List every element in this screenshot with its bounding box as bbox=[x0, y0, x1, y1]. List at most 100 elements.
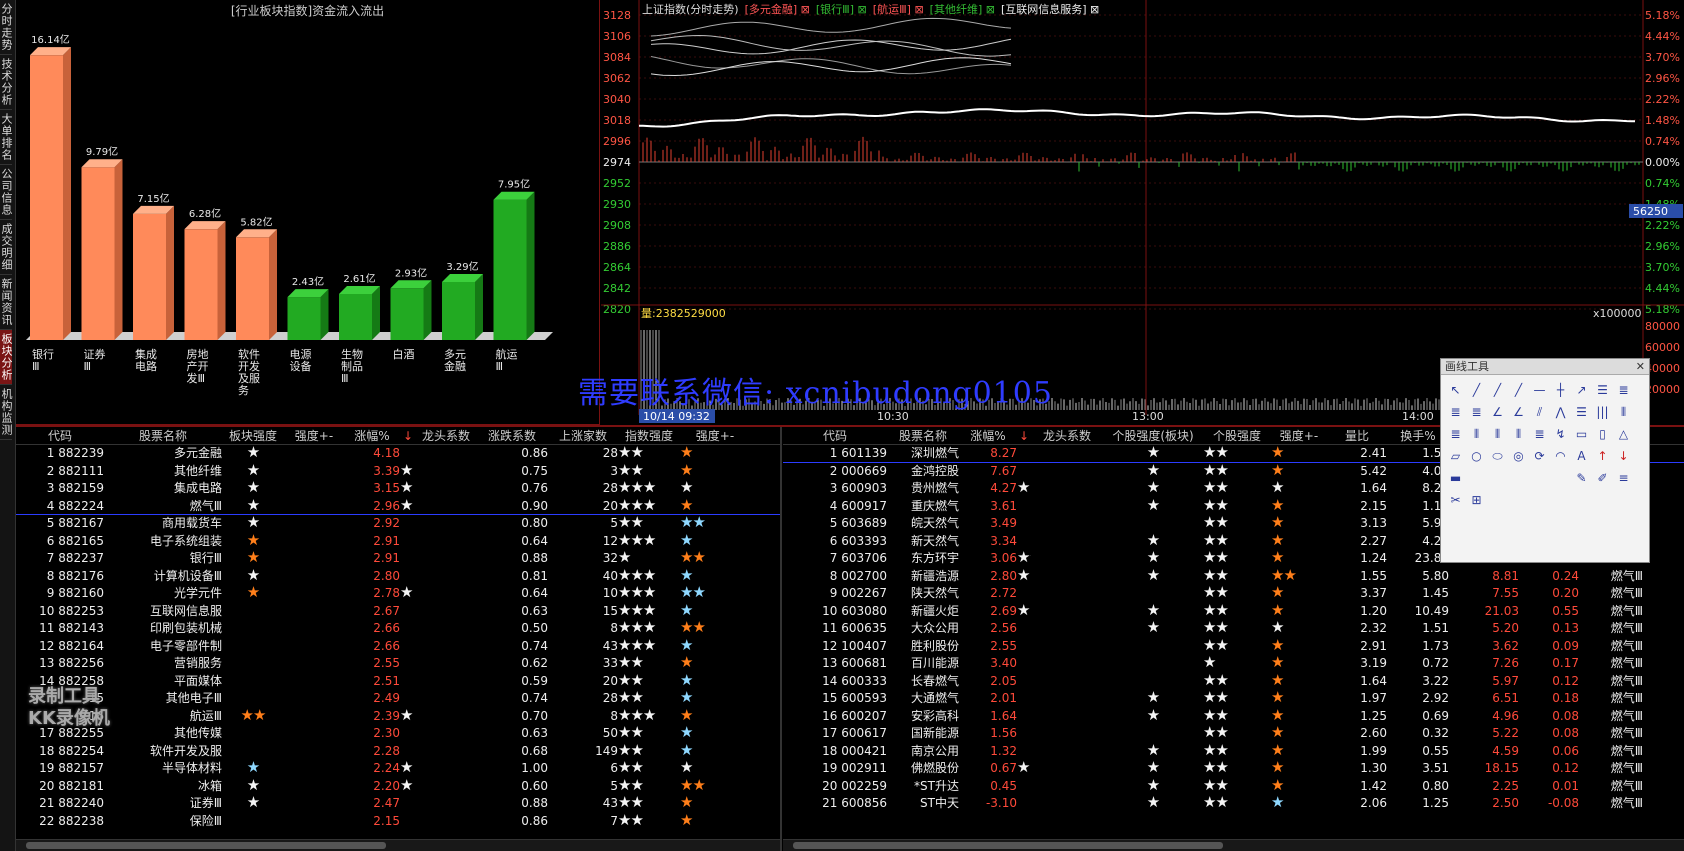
close-icon[interactable]: ✕ bbox=[1636, 360, 1645, 373]
table-row[interactable]: 4 882224 燃气Ⅲ ★ 2.96 ★ 0.90 20 ★★★ ★ bbox=[16, 498, 780, 515]
draw-tool-8[interactable]: ≣ bbox=[1613, 379, 1634, 401]
draw-tool-7[interactable]: ☰ bbox=[1592, 379, 1613, 401]
table-row[interactable]: 8 882176 计算机设备Ⅲ ★ 2.80 0.81 40 ★★★ ★ bbox=[16, 568, 780, 586]
table-row[interactable]: 21 600856 ST中天 -3.10 ★ ★★ ★ 2.06 1.25 2.50 -0.08 燃… bbox=[783, 795, 1684, 813]
table-row[interactable]: 17 882255 其他传媒 2.30 0.63 50 ★★ ★ bbox=[16, 725, 780, 743]
table-row[interactable]: 22 882238 保险Ⅲ 2.15 0.86 7 ★★ ★ bbox=[16, 813, 780, 831]
draw-tool-27[interactable]: ▱ bbox=[1445, 445, 1466, 467]
left-header-8[interactable]: 上涨家数 bbox=[548, 427, 618, 444]
draw-tool-16[interactable]: ||| bbox=[1592, 401, 1613, 423]
draw-tool-17[interactable]: ⦀ bbox=[1613, 401, 1634, 423]
draw-tool-23[interactable]: ↯ bbox=[1550, 423, 1571, 445]
table-row[interactable]: 16 航运Ⅲ ★★ 2.39 ★ 0.70 8 ★★★ ★ bbox=[16, 708, 780, 726]
table-row[interactable]: 7 882237 银行Ⅲ ★ 2.91 0.88 32 ★ ★★ bbox=[16, 550, 780, 568]
draw-tool-5[interactable]: ┼ bbox=[1550, 379, 1571, 401]
draw-tool-13[interactable]: ⫽ bbox=[1529, 401, 1550, 423]
draw-tool-3[interactable]: ╱ bbox=[1508, 379, 1529, 401]
table-row[interactable]: 11 882143 印刷包装机械 2.66 0.50 8 ★★★ ★★ bbox=[16, 620, 780, 638]
bar-7[interactable] bbox=[390, 280, 432, 340]
table-row[interactable]: 15 600593 大通燃气 2.01 ★ ★★ ★ 1.97 2.92 6.51 0.18 燃气Ⅲ bbox=[783, 690, 1684, 708]
draw-tool-28[interactable]: ○ bbox=[1466, 445, 1487, 467]
draw-tool-15[interactable]: ☰ bbox=[1571, 401, 1592, 423]
draw-tool-9[interactable]: ≣ bbox=[1445, 401, 1466, 423]
table-row[interactable]: 18 000421 南京公用 1.32 ★ ★★ ★ 1.99 0.55 4.59 0.06 燃气Ⅲ bbox=[783, 743, 1684, 761]
legend-item-2[interactable]: [银行Ⅲ] ⊠ bbox=[816, 3, 867, 16]
right-table-scrollbar[interactable] bbox=[783, 839, 1684, 851]
intraday-legend[interactable]: 上证指数(分时走势) [多元金融] ⊠ [银行Ⅲ] ⊠ [航运Ⅲ] ⊠ [其他纤维] ⊠… bbox=[642, 1, 1105, 17]
draw-tool-36[interactable]: ▬ bbox=[1445, 467, 1466, 489]
table-row[interactable]: 17 600617 国新能源 1.56 ★★ ★ 2.60 0.32 5.22 0.08 燃气Ⅲ bbox=[783, 725, 1684, 743]
left-header-3[interactable]: 强度+- bbox=[284, 427, 344, 444]
table-row[interactable]: 14 600333 长春燃气 2.05 ★★ ★ 1.64 3.22 5.97 0.12 燃气Ⅲ bbox=[783, 673, 1684, 691]
right-header-0[interactable]: 代码 bbox=[783, 427, 887, 444]
draw-tool-45[interactable]: ✂ bbox=[1445, 489, 1466, 511]
draw-tool-25[interactable]: ▯ bbox=[1592, 423, 1613, 445]
table-row[interactable]: 16 600207 安彩高科 1.64 ★ ★★ ★ 1.25 0.69 4.96 0.08 燃气Ⅲ bbox=[783, 708, 1684, 726]
left-header-2[interactable]: 板块强度 bbox=[222, 427, 284, 444]
left-header-9[interactable]: 指数强度 bbox=[618, 427, 680, 444]
side-tab-6[interactable]: 板块分析 bbox=[0, 330, 13, 385]
draw-tool-4[interactable]: — bbox=[1529, 379, 1550, 401]
right-header-8[interactable]: 量比 bbox=[1327, 427, 1387, 444]
left-header-4[interactable]: 涨幅% bbox=[344, 427, 400, 444]
table-row[interactable]: 13 600681 百川能源 3.40 ★ ★ 3.19 0.72 7.26 0.17 燃气Ⅲ bbox=[783, 655, 1684, 673]
table-row[interactable]: 13 882256 营销服务 2.55 0.62 33 ★★ ★ bbox=[16, 655, 780, 673]
draw-tool-32[interactable]: ◠ bbox=[1550, 445, 1571, 467]
draw-tool-21[interactable]: ⦀ bbox=[1508, 423, 1529, 445]
side-tab-4[interactable]: 成交明细 bbox=[0, 220, 13, 275]
draw-tool-24[interactable]: ▭ bbox=[1571, 423, 1592, 445]
table-row[interactable]: 10 882253 互联网信息服 2.67 0.63 15 ★★★ ★ bbox=[16, 603, 780, 621]
draw-tool-46[interactable]: ⊞ bbox=[1466, 489, 1487, 511]
drawing-toolbox[interactable]: 画线工具 ✕ ↖ ╱ ╱ ╱ — ┼ ↗ ☰ ≣ ≣ ≣ ∠ ∠ ⫽ ⋀ ☰ ||| ⦀ ≣ ⦀ ⦀ ⦀ ≣ ↯ ▭ ▯ △ ▱ ○ ⬭ ◎… bbox=[1440, 358, 1650, 563]
right-header-7[interactable]: 强度+- bbox=[1271, 427, 1327, 444]
left-header-6[interactable]: 龙头系数 bbox=[416, 427, 476, 444]
right-header-1[interactable]: 股票名称 bbox=[887, 427, 959, 444]
draw-tool-30[interactable]: ◎ bbox=[1508, 445, 1529, 467]
side-tab-3[interactable]: 公司信息 bbox=[0, 165, 13, 220]
legend-item-5[interactable]: [互联网信息服务] ⊠ bbox=[1001, 3, 1099, 16]
left-header-0[interactable]: 代码 bbox=[16, 427, 104, 444]
draw-tool-22[interactable]: ≣ bbox=[1529, 423, 1550, 445]
draw-tool-6[interactable]: ↗ bbox=[1571, 379, 1592, 401]
draw-tool-2[interactable]: ╱ bbox=[1487, 379, 1508, 401]
draw-tool-40[interactable] bbox=[1529, 467, 1550, 489]
table-row[interactable]: 10 603080 新疆火炬 2.69 ★ ★ ★★ ★ 1.20 10.49 21.03 0.55… bbox=[783, 603, 1684, 621]
table-row[interactable]: 18 882254 软件开发及服 2.28 0.68 149 ★★ ★ bbox=[16, 743, 780, 761]
draw-tool-35[interactable]: ↓ bbox=[1613, 445, 1634, 467]
draw-tool-39[interactable] bbox=[1508, 467, 1529, 489]
bar-0[interactable] bbox=[30, 47, 71, 340]
bar-6[interactable] bbox=[339, 285, 380, 340]
bar-2[interactable] bbox=[133, 205, 174, 340]
left-header-5[interactable]: ↓ bbox=[400, 427, 416, 444]
side-tab-7[interactable]: 机构监测 bbox=[0, 385, 13, 440]
draw-tool-29[interactable]: ⬭ bbox=[1487, 445, 1508, 467]
table-row[interactable]: 19 882157 半导体材料 ★ 2.24 ★ 1.00 6 ★★ ★ bbox=[16, 760, 780, 778]
draw-tool-19[interactable]: ⦀ bbox=[1466, 423, 1487, 445]
left-header-10[interactable]: 强度+- bbox=[680, 427, 750, 444]
right-scroll-thumb[interactable] bbox=[793, 842, 1223, 849]
table-row[interactable]: 1 882239 多元金融 ★ 4.18 0.86 28 ★★ ★ bbox=[16, 445, 780, 463]
left-scroll-thumb[interactable] bbox=[26, 842, 386, 849]
draw-tool-41[interactable] bbox=[1550, 467, 1571, 489]
draw-tool-34[interactable]: ↑ bbox=[1592, 445, 1613, 467]
right-header-4[interactable]: 龙头系数 bbox=[1031, 427, 1103, 444]
table-row[interactable]: 3 882159 集成电路 ★ 3.15 ★ 0.76 28 ★★★ ★ bbox=[16, 480, 780, 498]
table-row[interactable]: 20 882181 冰箱 ★ 2.20 ★ 0.60 5 ★★ ★★ bbox=[16, 778, 780, 796]
table-row[interactable]: 5 882167 商用载货车 ★ 2.92 0.80 5 ★★ ★★ bbox=[16, 515, 780, 533]
draw-tool-12[interactable]: ∠ bbox=[1508, 401, 1529, 423]
side-tab-0[interactable]: 分时走势 bbox=[0, 0, 13, 55]
legend-item-4[interactable]: [其他纤维] ⊠ bbox=[930, 3, 995, 16]
bar-8[interactable] bbox=[442, 273, 483, 340]
table-row[interactable]: 9 882160 光学元件 ★ 2.78 ★ 0.64 10 ★★★ ★★ bbox=[16, 585, 780, 603]
draw-tool-44[interactable]: ≡ bbox=[1613, 467, 1634, 489]
draw-tool-18[interactable]: ≣ bbox=[1445, 423, 1466, 445]
table-row[interactable]: 6 882165 电子系统组装 ★ 2.91 0.64 12 ★★★ ★ bbox=[16, 533, 780, 551]
draw-tool-33[interactable]: A bbox=[1571, 445, 1592, 467]
side-tab-2[interactable]: 大单排名 bbox=[0, 110, 13, 165]
left-header-7[interactable]: 涨跌系数 bbox=[476, 427, 548, 444]
right-header-5[interactable]: 个股强度(板块) bbox=[1103, 427, 1203, 444]
table-row[interactable]: 11 600635 大众公用 2.56 ★ ★★ ★ 2.32 1.51 5.20 0.13 燃气Ⅲ bbox=[783, 620, 1684, 638]
draw-tool-11[interactable]: ∠ bbox=[1487, 401, 1508, 423]
legend-item-1[interactable]: [多元金融] ⊠ bbox=[745, 3, 810, 16]
bar-1[interactable] bbox=[81, 159, 123, 340]
